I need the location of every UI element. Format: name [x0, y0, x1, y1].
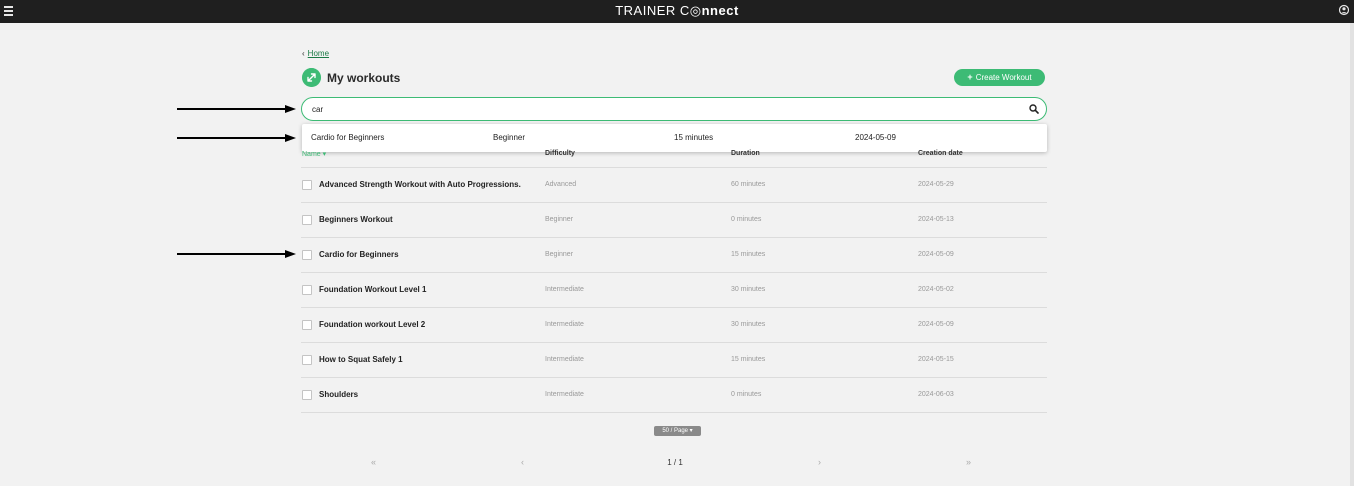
workout-difficulty: Advanced — [545, 181, 577, 188]
row-checkbox[interactable] — [302, 285, 312, 295]
row-checkbox[interactable] — [302, 355, 312, 365]
workout-date: 2024-05-09 — [918, 321, 954, 328]
suggestion-duration: 15 minutes — [674, 133, 714, 142]
brand-logo: TRAINER C◎nnect — [0, 3, 1354, 19]
workout-name[interactable]: Foundation workout Level 2 — [319, 320, 425, 329]
brand-name-part2: ◎nnect — [689, 3, 739, 18]
column-header-creation-date[interactable]: Creation date — [918, 150, 963, 157]
workout-date: 2024-05-15 — [918, 356, 954, 363]
row-checkbox[interactable] — [302, 215, 312, 225]
table-row[interactable]: Foundation Workout Level 1 Intermediate … — [301, 273, 1047, 308]
workout-duration: 0 minutes — [731, 391, 762, 398]
workout-date: 2024-05-02 — [918, 286, 954, 293]
table-row[interactable]: Beginners Workout Beginner 0 minutes 202… — [301, 203, 1047, 238]
workout-difficulty: Intermediate — [545, 356, 584, 363]
workout-name[interactable]: Beginners Workout — [319, 215, 393, 224]
column-header-difficulty[interactable]: Difficulty — [545, 150, 575, 157]
page-indicator: 1 / 1 — [667, 458, 683, 467]
home-link[interactable]: Home — [308, 49, 329, 58]
suggestion-name: Cardio for Beginners — [311, 133, 385, 142]
workout-name[interactable]: Advanced Strength Workout with Auto Prog… — [319, 180, 521, 189]
create-workout-button[interactable]: + Create Workout — [954, 69, 1045, 86]
search-input[interactable] — [312, 103, 1012, 115]
workout-duration: 15 minutes — [731, 356, 766, 363]
row-checkbox[interactable] — [302, 390, 312, 400]
table-row[interactable]: Shoulders Intermediate 0 minutes 2024-06… — [301, 378, 1047, 413]
expand-icon — [302, 68, 321, 87]
workout-duration: 30 minutes — [731, 321, 766, 328]
row-checkbox[interactable] — [302, 250, 312, 260]
brand-name-part1: TRAINER C — [615, 3, 690, 18]
workout-duration: 60 minutes — [731, 181, 766, 188]
suggestion-date: 2024-05-09 — [855, 133, 896, 142]
workout-name[interactable]: How to Squat Safely 1 — [319, 355, 403, 364]
suggestion-difficulty: Beginner — [493, 133, 526, 142]
table-row[interactable]: How to Squat Safely 1 Intermediate 15 mi… — [301, 343, 1047, 378]
workout-date: 2024-05-09 — [918, 251, 954, 258]
workout-difficulty: Intermediate — [545, 391, 584, 398]
workout-date: 2024-05-13 — [918, 216, 954, 223]
chevron-down-icon: ▾ — [689, 428, 693, 434]
workout-difficulty: Beginner — [545, 251, 574, 258]
table-row[interactable]: Cardio for Beginners Beginner 15 minutes… — [301, 238, 1047, 273]
workout-difficulty: Intermediate — [545, 321, 584, 328]
annotation-arrow-suggestion — [177, 134, 296, 142]
page-title: My workouts — [327, 71, 401, 85]
user-icon[interactable] — [1339, 4, 1349, 16]
row-checkbox[interactable] — [302, 180, 312, 190]
column-header-duration[interactable]: Duration — [731, 150, 760, 157]
search-box[interactable] — [301, 97, 1047, 121]
workout-duration: 15 minutes — [731, 251, 766, 258]
annotation-arrow-search — [177, 105, 296, 113]
plus-icon: + — [967, 72, 973, 82]
next-page-button[interactable]: › — [818, 457, 821, 467]
top-bar: TRAINER C◎nnect — [0, 0, 1354, 23]
workout-name[interactable]: Cardio for Beginners — [319, 250, 399, 259]
create-workout-label: Create Workout — [975, 73, 1032, 82]
page-size-label: 50 / Page — [662, 428, 688, 434]
workout-difficulty: Beginner — [545, 216, 574, 223]
annotation-arrow-row — [177, 250, 296, 258]
page-size-select[interactable]: 50 / Page ▾ — [654, 426, 701, 436]
search-suggestion[interactable]: Cardio for Beginners Beginner 15 minutes… — [302, 124, 1047, 152]
chevron-left-icon: ‹ — [302, 49, 305, 58]
scrollbar[interactable] — [1350, 23, 1354, 486]
prev-page-button[interactable]: ‹ — [521, 457, 524, 467]
last-page-button[interactable]: » — [966, 457, 971, 467]
row-checkbox[interactable] — [302, 320, 312, 330]
workout-difficulty: Intermediate — [545, 286, 584, 293]
first-page-button[interactable]: « — [371, 457, 376, 467]
workout-date: 2024-06-03 — [918, 391, 954, 398]
workout-name[interactable]: Shoulders — [319, 390, 358, 399]
workout-duration: 30 minutes — [731, 286, 766, 293]
column-header-name[interactable]: Name ▾ — [302, 150, 326, 158]
table-row[interactable]: Foundation workout Level 2 Intermediate … — [301, 308, 1047, 343]
workout-duration: 0 minutes — [731, 216, 762, 223]
workout-name[interactable]: Foundation Workout Level 1 — [319, 285, 426, 294]
workout-date: 2024-05-29 — [918, 181, 954, 188]
search-icon[interactable] — [1029, 104, 1039, 114]
table-row[interactable]: Advanced Strength Workout with Auto Prog… — [301, 168, 1047, 203]
breadcrumb[interactable]: ‹ Home — [302, 49, 329, 58]
